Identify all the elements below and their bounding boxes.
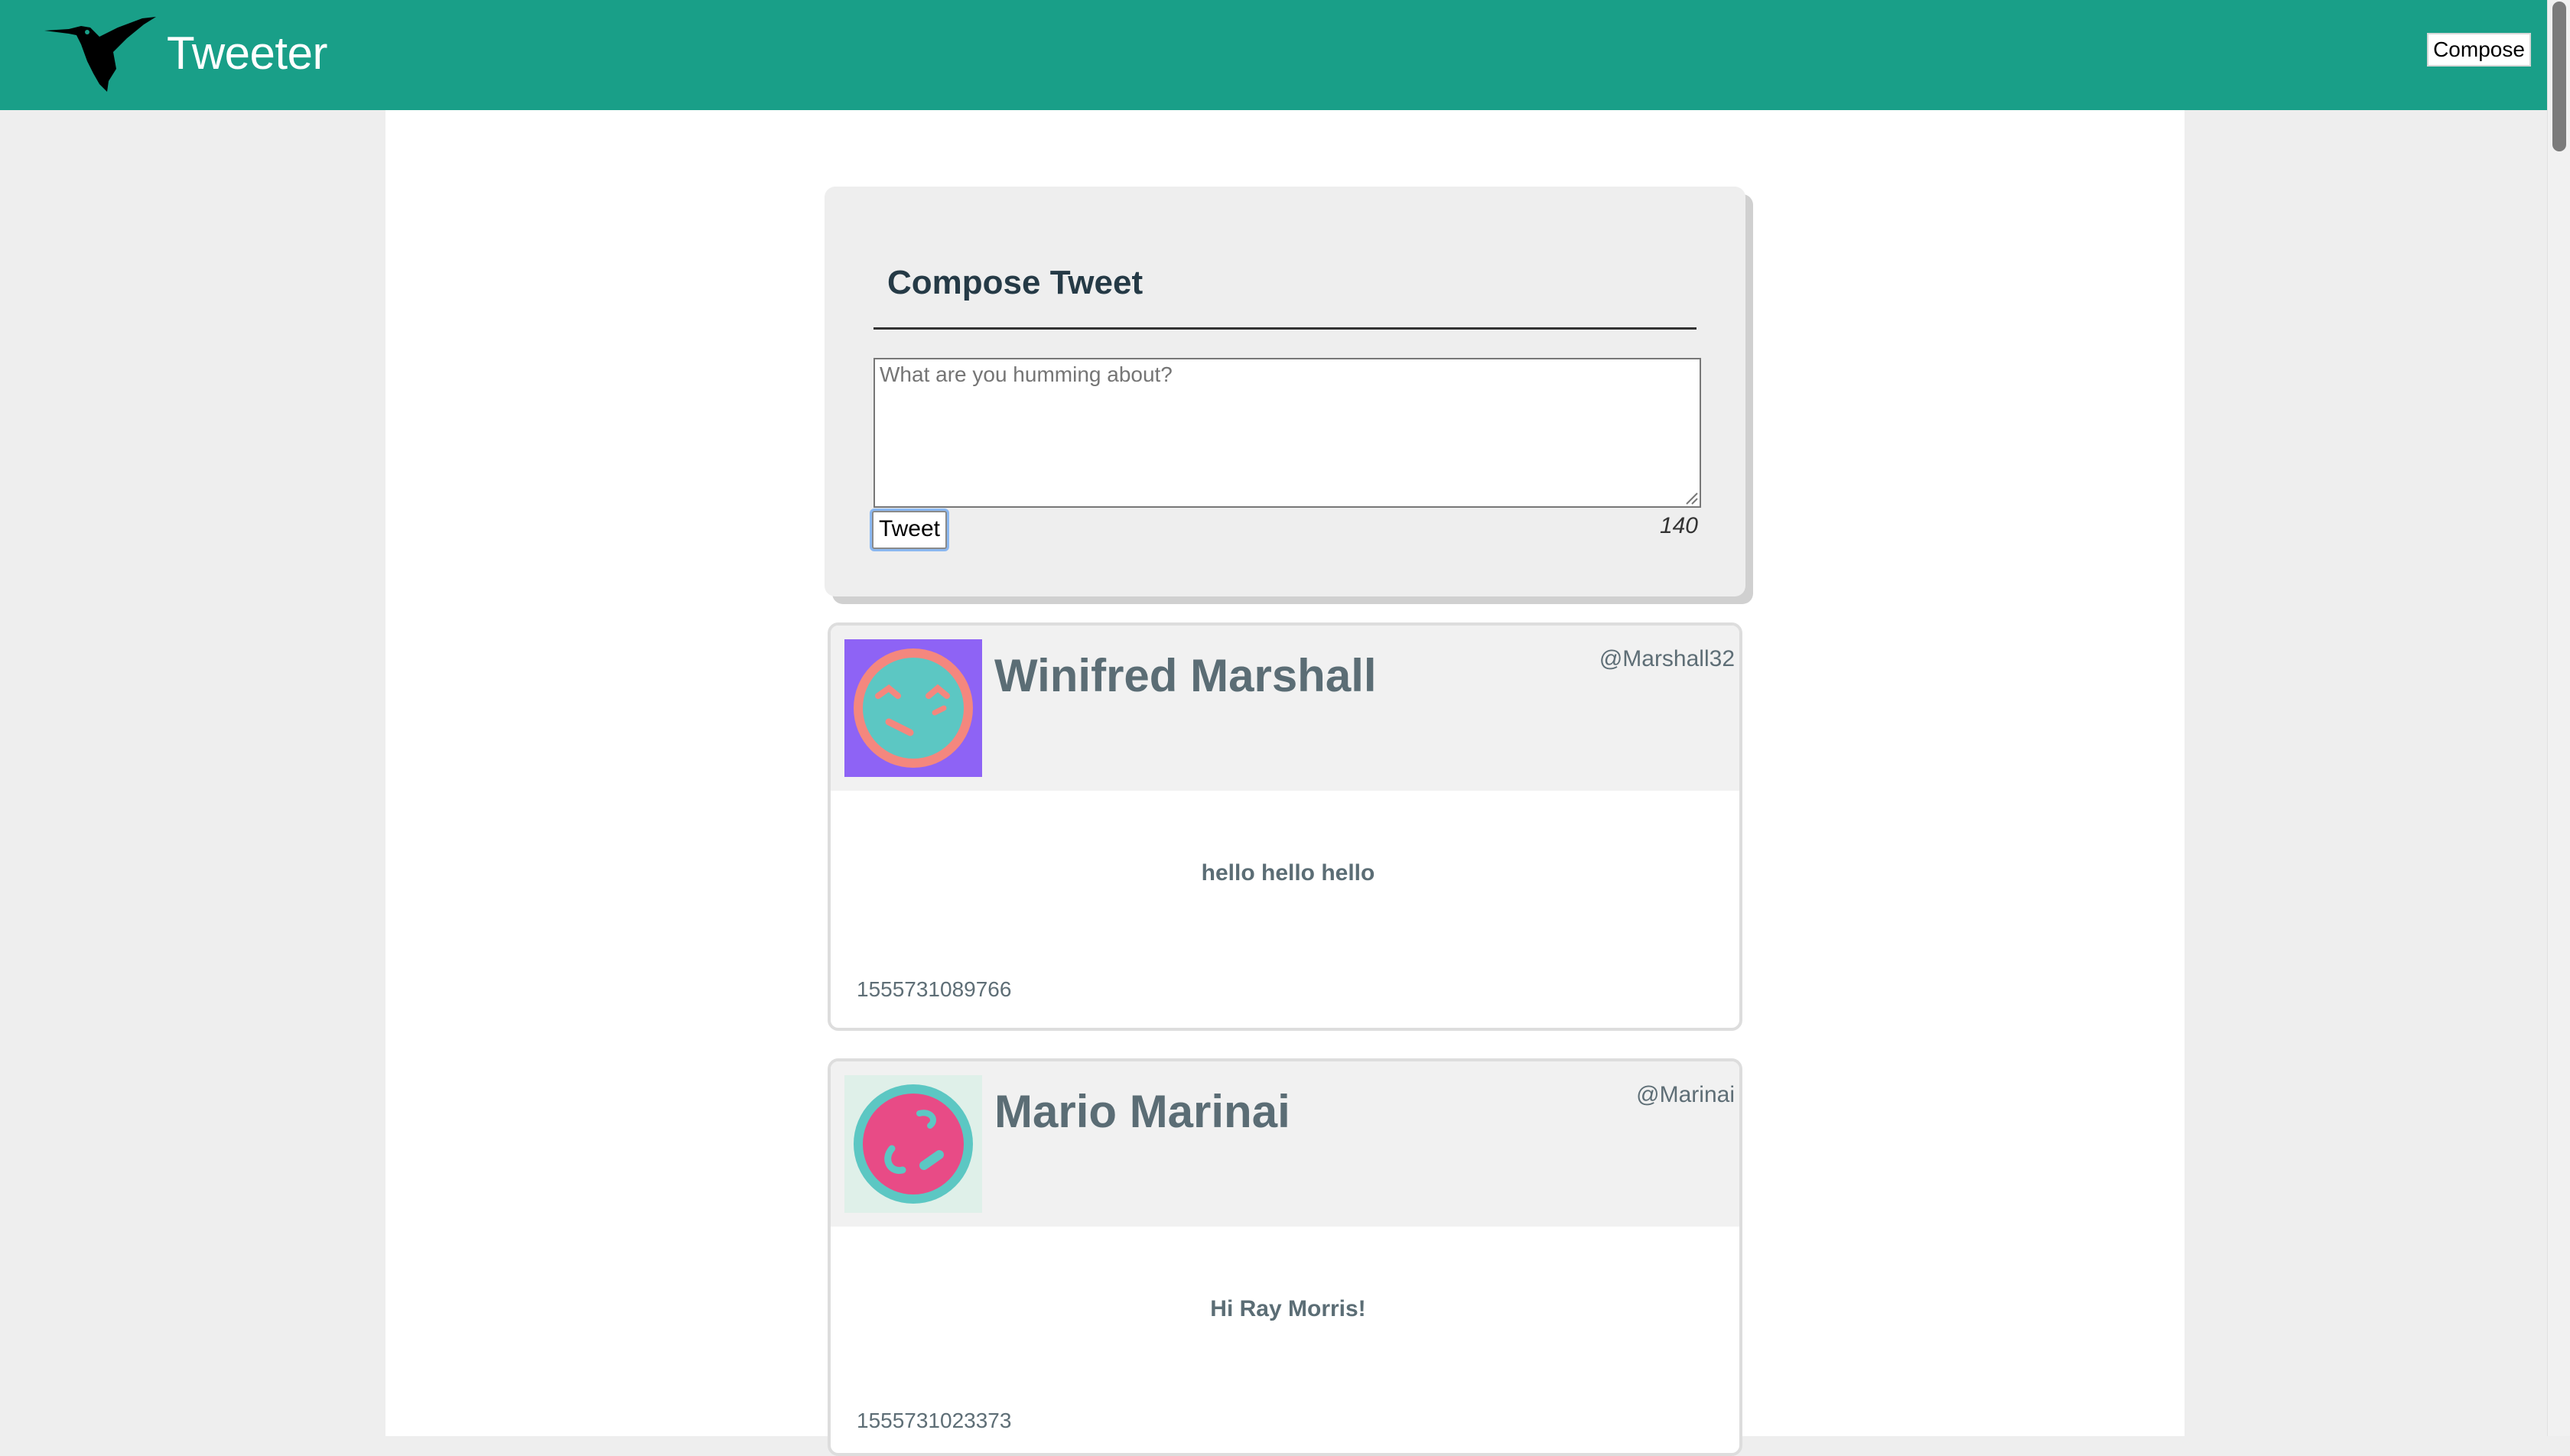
character-counter: 140: [1659, 513, 1698, 538]
tweet-card: Mario Marinai @Marinai Hi Ray Morris! 15…: [828, 1058, 1742, 1456]
tweet-timestamp: 1555731089766: [857, 977, 1012, 1001]
tweet-card: Winifred Marshall @Marshall32 hello hell…: [828, 622, 1742, 1031]
compose-divider: [873, 327, 1697, 330]
page-scrollbar[interactable]: [2547, 0, 2570, 1436]
resize-handle-icon[interactable]: [1684, 491, 1698, 505]
tweet-header: Mario Marinai @Marinai: [831, 1061, 1739, 1227]
tweet-author-name: Winifred Marshall: [994, 650, 1377, 701]
tweet-timestamp: 1555731023373: [857, 1409, 1012, 1432]
tweet-header: Winifred Marshall @Marshall32: [831, 626, 1739, 791]
tweet-submit-button[interactable]: Tweet: [872, 511, 947, 549]
compose-title: Compose Tweet: [887, 264, 1143, 301]
tweet-author-name: Mario Marinai: [994, 1086, 1290, 1137]
compose-tweet-card: Compose Tweet Tweet 140: [825, 187, 1745, 596]
tweet-text: hello hello hello: [1201, 860, 1375, 886]
tweet-text: Hi Ray Morris!: [1210, 1296, 1366, 1321]
avatar-face-icon: [844, 639, 982, 777]
app-brand[interactable]: Tweeter: [167, 23, 327, 84]
tweet-text-input[interactable]: [873, 358, 1701, 508]
top-navbar: Tweeter Compose: [0, 0, 2570, 110]
compose-toggle-button[interactable]: Compose: [2427, 33, 2531, 67]
tweet-author-handle: @Marshall32: [1599, 646, 1735, 671]
tweet-author-handle: @Marinai: [1636, 1082, 1735, 1107]
hummingbird-icon: [44, 17, 156, 92]
avatar-face-icon: [844, 1075, 982, 1213]
scrollbar-thumb[interactable]: [2552, 2, 2566, 151]
